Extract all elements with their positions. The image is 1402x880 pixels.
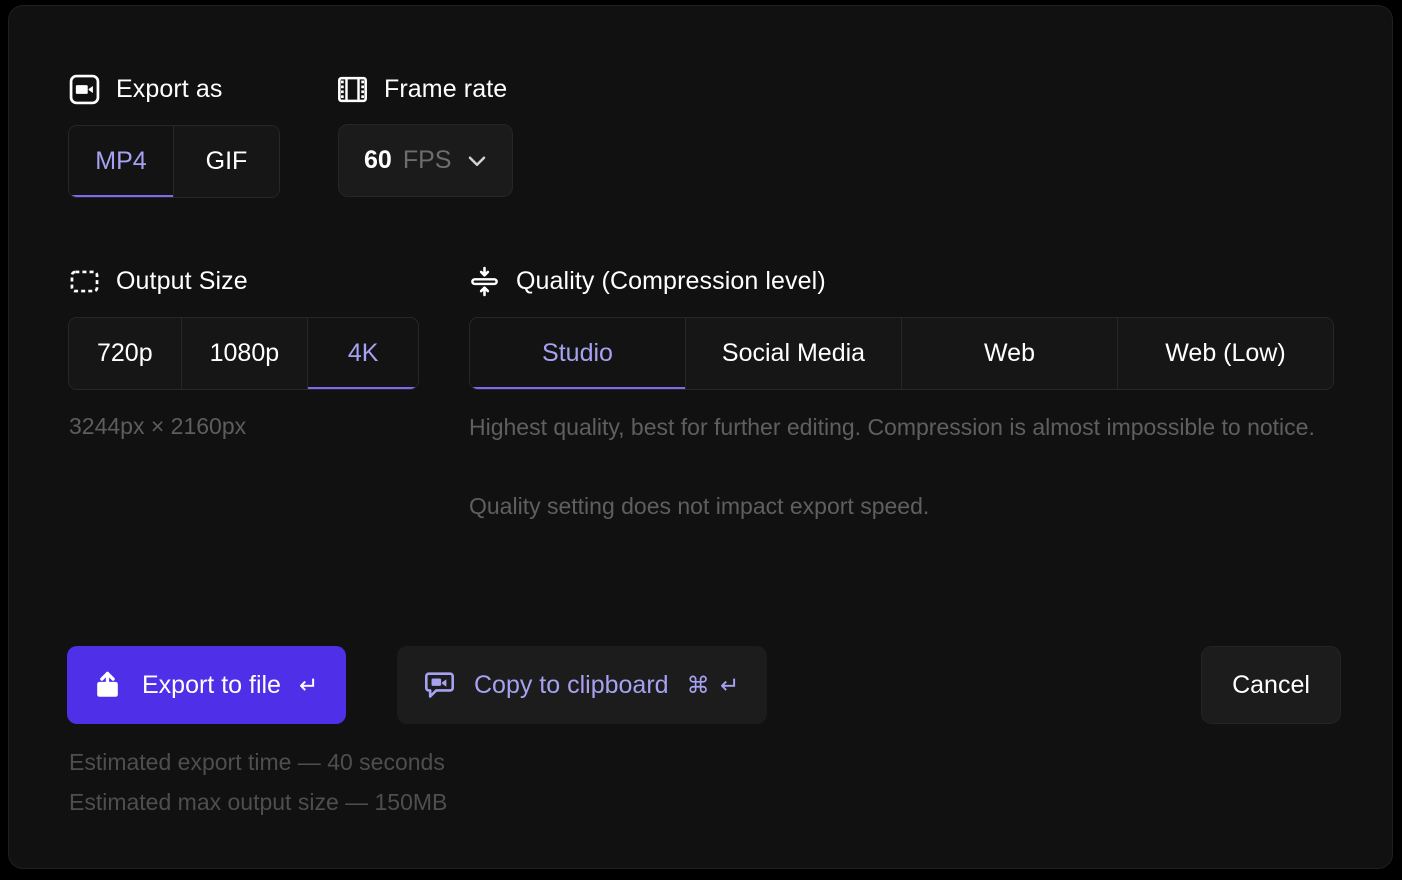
quality-segmented-control[interactable]: Studio Social Media Web Web (Low) <box>469 317 1334 390</box>
film-strip-icon <box>337 74 368 105</box>
video-camera-icon <box>69 74 100 105</box>
cancel-button[interactable]: Cancel <box>1201 646 1341 724</box>
export-as-label: Export as <box>116 75 223 104</box>
format-option-mp4[interactable]: MP4 <box>69 126 174 197</box>
resolution-segmented-control[interactable]: 720p 1080p 4K <box>68 317 419 390</box>
clipboard-shortcut: ⌘ ↵ <box>687 672 742 699</box>
output-size-label: Output Size <box>116 267 248 296</box>
copy-to-clipboard-button[interactable]: Copy to clipboard ⌘ ↵ <box>397 646 767 724</box>
compress-icon <box>469 266 500 297</box>
quality-label: Quality (Compression level) <box>516 267 826 296</box>
quality-heading: Quality (Compression level) <box>469 266 826 297</box>
export-shortcut: ↵ <box>299 672 318 699</box>
output-dimensions-text: 3244px × 2160px <box>69 413 246 440</box>
quality-option-social-media[interactable]: Social Media <box>686 318 902 389</box>
frame-rate-value: 60 <box>364 146 392 175</box>
quality-option-web[interactable]: Web <box>902 318 1118 389</box>
upload-icon <box>91 669 124 702</box>
quality-note: Quality setting does not impact export s… <box>469 493 929 520</box>
frame-rate-label: Frame rate <box>384 75 507 104</box>
quality-option-web-low[interactable]: Web (Low) <box>1118 318 1333 389</box>
frame-rate-select[interactable]: 60 FPS <box>338 124 513 197</box>
video-message-icon <box>423 669 456 702</box>
resolution-option-720p[interactable]: 720p <box>69 318 182 389</box>
crop-dashed-icon <box>69 266 100 297</box>
resolution-option-4k[interactable]: 4K <box>308 318 418 389</box>
quality-description: Highest quality, best for further editin… <box>469 411 1339 443</box>
chevron-down-icon <box>464 148 490 174</box>
frame-rate-unit: FPS <box>403 146 452 175</box>
export-as-heading: Export as <box>69 74 223 105</box>
format-segmented-control[interactable]: MP4 GIF <box>68 125 280 198</box>
export-to-file-button[interactable]: Export to file ↵ <box>67 646 346 724</box>
output-size-heading: Output Size <box>69 266 248 297</box>
export-settings-panel: Export as MP4 GIF Frame rate 60 F <box>8 5 1393 869</box>
quality-option-studio[interactable]: Studio <box>470 318 686 389</box>
export-to-file-label: Export to file <box>142 671 281 700</box>
estimated-export-time: Estimated export time — 40 seconds <box>69 749 445 776</box>
resolution-option-1080p[interactable]: 1080p <box>182 318 309 389</box>
estimated-output-size: Estimated max output size — 150MB <box>69 789 447 816</box>
copy-to-clipboard-label: Copy to clipboard <box>474 671 669 700</box>
format-option-gif[interactable]: GIF <box>174 126 279 197</box>
frame-rate-heading: Frame rate <box>337 74 507 105</box>
